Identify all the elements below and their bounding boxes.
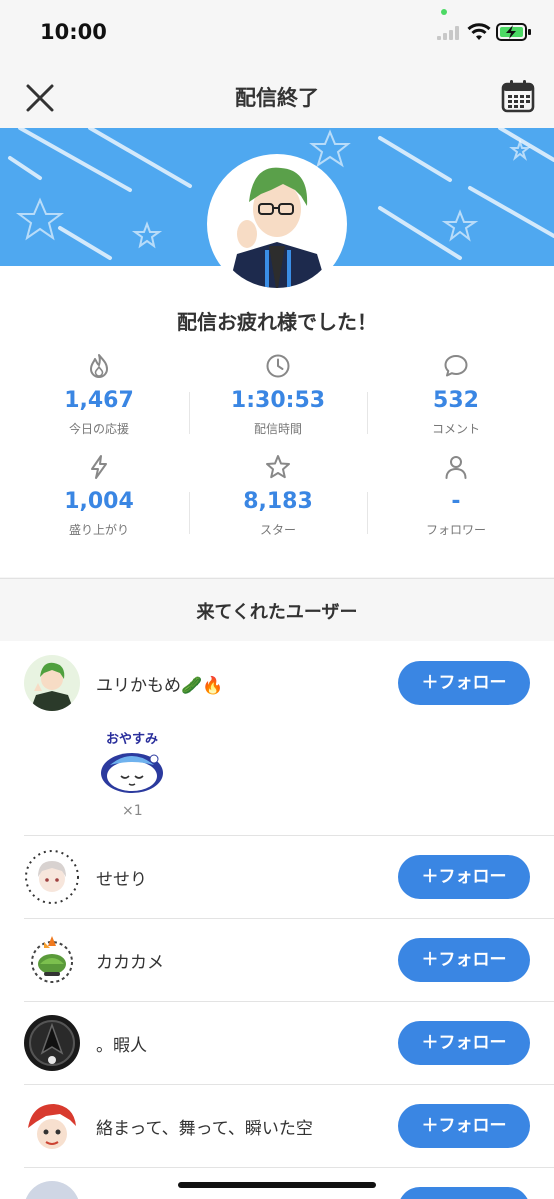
list-item: 絡まって、舞って、瞬いた空 ＋フォロー	[0, 1085, 554, 1167]
follow-button[interactable]: ＋フォロー	[398, 1104, 530, 1148]
wifi-icon	[467, 23, 491, 40]
list-item: せせり ＋フォロー	[0, 836, 554, 918]
stat-value: 1,004	[64, 489, 134, 514]
stat-stars: 8,183 スター	[186, 453, 370, 538]
calendar-icon[interactable]	[500, 78, 536, 114]
star-icon	[266, 455, 290, 479]
stat-label: 盛り上がり	[68, 523, 129, 537]
stat-label: フォロワー	[425, 523, 486, 537]
stat-support: 1,467 今日の応援	[7, 352, 191, 437]
stat-value: 1:30:53	[230, 388, 326, 413]
streamer-avatar	[207, 154, 347, 294]
stat-value: 1,467	[64, 388, 134, 413]
clock-icon	[266, 354, 290, 378]
username: 。暇人	[96, 1036, 147, 1056]
stat-label: コメント	[431, 422, 480, 436]
stat-excitement: 1,004 盛り上がり	[7, 453, 191, 538]
home-indicator[interactable]	[178, 1182, 376, 1188]
stat-duration: 1:30:53 配信時間	[186, 352, 370, 437]
avatar[interactable]	[24, 655, 80, 711]
stat-value: -	[451, 489, 461, 514]
stat-label: 配信時間	[253, 422, 302, 436]
person-icon	[445, 456, 467, 479]
gift-count: ×1	[122, 803, 143, 819]
username: せせり	[96, 870, 147, 890]
privacy-indicator-dot	[441, 9, 447, 15]
status-bar: 10:00	[0, 0, 554, 66]
avatar[interactable]	[24, 932, 80, 988]
stat-label: スター	[259, 523, 296, 537]
username: 絡まって、舞って、瞬いた空	[96, 1119, 313, 1139]
status-time: 10:00	[40, 20, 107, 44]
comment-icon	[444, 355, 468, 377]
follow-button[interactable]: ＋フォロー	[398, 661, 530, 705]
section-title: 来てくれたユーザー	[196, 602, 358, 623]
avatar[interactable]	[24, 849, 80, 905]
stat-comments: 532 コメント	[364, 352, 548, 437]
goodnight-gift-sticker: おやすみ	[101, 732, 163, 793]
list-item: 。暇人 ＋フォロー	[0, 1002, 554, 1084]
username: ユリかもめ🥒🔥	[96, 676, 224, 696]
lightning-icon	[91, 455, 107, 479]
username: カカカメ	[96, 953, 164, 973]
cellular-signal-icon	[437, 26, 459, 40]
follow-button[interactable]: ＋フォロー	[398, 1021, 530, 1065]
stat-followers: - フォロワー	[364, 453, 548, 538]
gift-label: おやすみ	[106, 732, 158, 747]
follow-button[interactable]: ＋フォロー	[398, 938, 530, 982]
list-item: ユリかもめ🥒🔥 ＋フォロー おやすみ ×1	[0, 641, 554, 836]
stat-value: 532	[433, 388, 479, 413]
visitors-section-header: 来てくれたユーザー	[0, 578, 554, 642]
battery-charging-icon	[496, 23, 531, 41]
thanks-message: 配信お疲れ様でした！	[177, 310, 377, 334]
follow-button[interactable]: ＋フォロー	[398, 855, 530, 899]
nav-bar: 配信終了	[0, 66, 554, 128]
stat-value: 8,183	[243, 489, 313, 514]
flame-icon	[90, 354, 108, 378]
follow-button[interactable]	[398, 1187, 530, 1199]
list-item: カカカメ ＋フォロー	[0, 919, 554, 1001]
stat-label: 今日の応援	[68, 422, 129, 436]
stream-summary-card: 配信お疲れ様でした！ 1,467 今日の応援 1:30:53 配信時間 532 …	[0, 266, 554, 577]
avatar[interactable]	[24, 1098, 80, 1154]
avatar[interactable]	[24, 1015, 80, 1071]
avatar[interactable]	[24, 1181, 80, 1199]
visitor-list: ユリかもめ🥒🔥 ＋フォロー おやすみ ×1 せせり ＋フォロー カカカメ ＋フォ…	[0, 641, 554, 1199]
page-title: 配信終了	[235, 86, 319, 110]
